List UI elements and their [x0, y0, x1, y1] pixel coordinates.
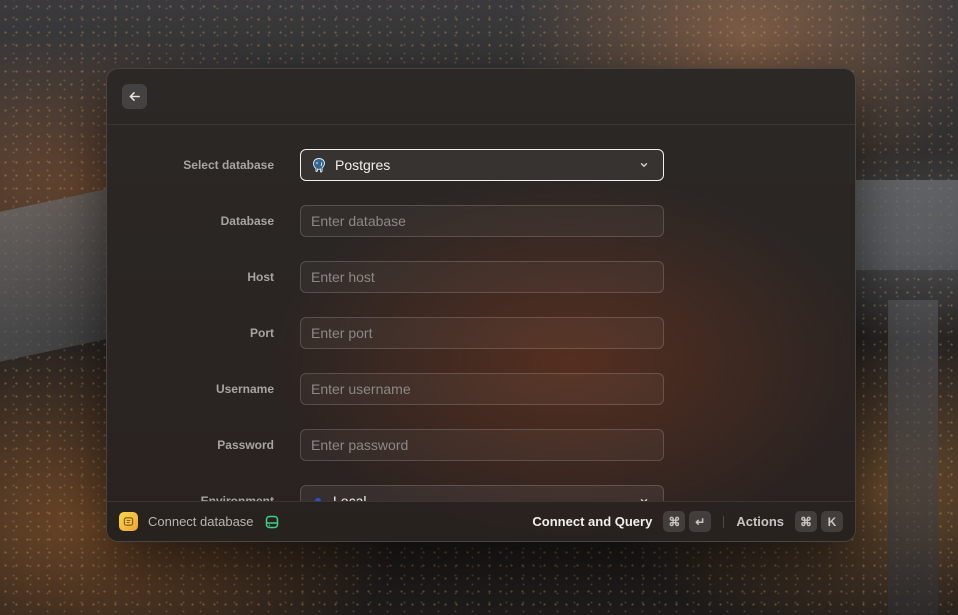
back-button[interactable] — [122, 84, 147, 109]
selected-environment-value: Local — [333, 493, 367, 501]
environment-row: Environment Local — [107, 485, 855, 501]
host-input[interactable] — [300, 261, 664, 293]
connection-form: Select database Postgres Database Host — [107, 126, 855, 501]
footer-divider — [723, 515, 725, 528]
database-icon — [265, 515, 278, 528]
username-label: Username — [215, 382, 274, 396]
k-key-badge: K — [821, 511, 843, 532]
environment-label: Environment — [200, 494, 274, 501]
database-label: Database — [220, 214, 274, 228]
connect-and-query-button[interactable]: Connect and Query — [532, 514, 652, 529]
password-row: Password — [107, 429, 855, 461]
app-icon — [119, 512, 138, 531]
database-input[interactable] — [300, 205, 664, 237]
select-database-label: Select database — [183, 158, 274, 172]
username-input[interactable] — [300, 373, 664, 405]
database-row: Database — [107, 205, 855, 237]
password-label: Password — [217, 438, 274, 452]
cmd-key-badge: ⌘ — [663, 511, 686, 532]
action-bar: Connect database Connect and Query ⌘ ↵ A… — [107, 501, 855, 541]
port-label: Port — [250, 326, 274, 340]
connect-database-window: Select database Postgres Database Host — [106, 68, 856, 542]
actions-button[interactable]: Actions — [736, 514, 784, 529]
background-tower — [888, 300, 938, 615]
host-label: Host — [247, 270, 274, 284]
selected-database-value: Postgres — [335, 157, 391, 173]
postgres-elephant-icon — [313, 158, 325, 173]
footer-title: Connect database — [148, 514, 254, 529]
window-header — [107, 69, 855, 125]
port-input[interactable] — [300, 317, 664, 349]
cmd-key-badge: ⌘ — [795, 511, 817, 532]
environment-select[interactable]: Local — [300, 485, 664, 501]
return-key-badge: ↵ — [689, 511, 712, 532]
chevron-down-icon — [640, 163, 648, 167]
port-row: Port — [107, 317, 855, 349]
database-app-icon — [123, 517, 134, 526]
database-type-select[interactable]: Postgres — [300, 149, 664, 181]
host-row: Host — [107, 261, 855, 293]
username-row: Username — [107, 373, 855, 405]
background-river-left — [0, 188, 110, 362]
select-database-row: Select database Postgres — [107, 149, 855, 181]
password-input[interactable] — [300, 429, 664, 461]
background-river-right — [848, 180, 958, 270]
arrow-left-icon — [129, 91, 140, 102]
